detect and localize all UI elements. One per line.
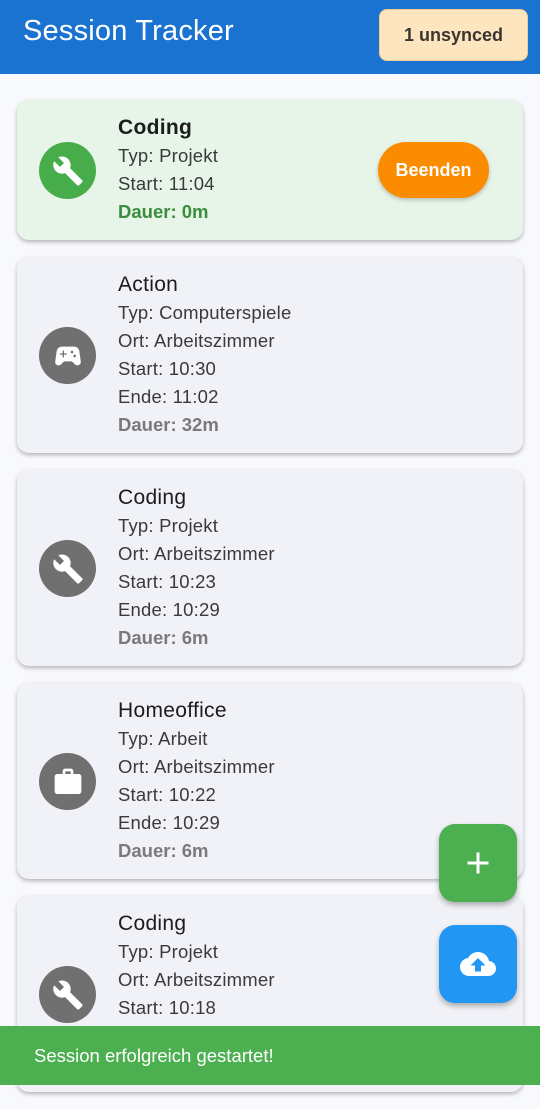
session-duration: Dauer: 6m (118, 840, 209, 861)
cloud-upload-icon (460, 952, 496, 976)
session-start: Start: 10:30 (118, 358, 217, 379)
snackbar: Session erfolgreich gestartet! (0, 1026, 540, 1085)
session-type: Typ: Computerspiele (118, 302, 292, 323)
sync-button[interactable] (439, 925, 517, 1003)
session-avatar (39, 142, 96, 199)
session-duration: Dauer: 0m (118, 201, 209, 222)
session-info: Coding Typ: Projekt Ort: Arbeitszimmer S… (118, 910, 275, 1022)
wrench-icon (52, 553, 83, 584)
session-start: Start: 10:18 (118, 997, 217, 1018)
session-title: Homeoffice (118, 699, 227, 722)
end-session-button[interactable]: Beenden (378, 142, 489, 198)
app-title: Session Tracker (23, 15, 234, 47)
session-location: Ort: Arbeitszimmer (118, 756, 275, 777)
session-avatar (39, 966, 96, 1023)
add-session-button[interactable] (439, 824, 517, 902)
session-end: Ende: 11:02 (118, 386, 219, 407)
session-start: Start: 11:04 (118, 173, 215, 194)
snackbar-message: Session erfolgreich gestartet! (34, 1044, 274, 1066)
session-title: Action (118, 273, 179, 296)
session-type: Typ: Arbeit (118, 728, 208, 749)
session-duration: Dauer: 32m (118, 414, 219, 435)
session-title: Coding (118, 912, 187, 935)
unsynced-badge[interactable]: 1 unsynced (379, 9, 528, 61)
session-avatar (39, 327, 96, 384)
session-type: Typ: Projekt (118, 145, 219, 166)
session-info: Coding Typ: Projekt Start: 11:04 Dauer: … (118, 114, 218, 226)
briefcase-icon (54, 768, 81, 794)
session-duration: Dauer: 6m (118, 627, 209, 648)
session-location: Ort: Arbeitszimmer (118, 969, 275, 990)
session-start: Start: 10:22 (118, 784, 217, 805)
plus-icon (467, 852, 489, 874)
session-avatar (39, 540, 96, 597)
session-card[interactable]: Action Typ: Computerspiele Ort: Arbeitsz… (17, 257, 523, 453)
session-title: Coding (118, 116, 193, 139)
session-type: Typ: Projekt (118, 515, 219, 536)
session-avatar (39, 753, 96, 810)
gamepad-icon (54, 346, 81, 365)
active-session-card[interactable]: Coding Typ: Projekt Start: 11:04 Dauer: … (17, 100, 523, 240)
session-type: Typ: Projekt (118, 941, 219, 962)
session-location: Ort: Arbeitszimmer (118, 543, 275, 564)
session-info: Coding Typ: Projekt Ort: Arbeitszimmer S… (118, 484, 275, 652)
session-title: Coding (118, 486, 187, 509)
session-info: Homeoffice Typ: Arbeit Ort: Arbeitszimme… (118, 697, 275, 865)
session-info: Action Typ: Computerspiele Ort: Arbeitsz… (118, 271, 291, 439)
session-card[interactable]: Coding Typ: Projekt Ort: Arbeitszimmer S… (17, 470, 523, 666)
session-end: Ende: 10:29 (118, 812, 220, 833)
session-end: Ende: 10:29 (118, 599, 220, 620)
app-bar: Session Tracker 1 unsynced (0, 0, 540, 74)
wrench-icon (52, 979, 83, 1010)
wrench-icon (52, 155, 83, 186)
session-start: Start: 10:23 (118, 571, 217, 592)
session-location: Ort: Arbeitszimmer (118, 330, 275, 351)
